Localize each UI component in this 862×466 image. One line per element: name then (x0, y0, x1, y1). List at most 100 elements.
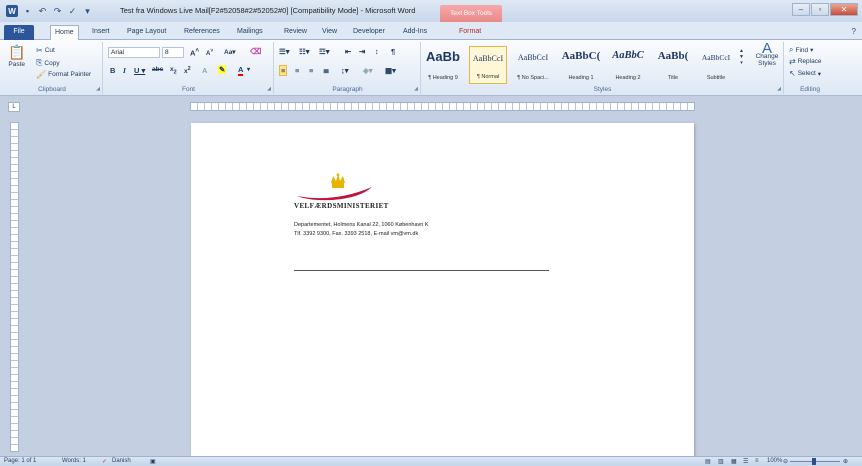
clear-formatting-icon[interactable]: ⌫ (250, 47, 261, 56)
copy-button[interactable]: ⎘ Copy (36, 58, 60, 68)
text-effects-icon[interactable]: A (202, 66, 207, 75)
tab-selector[interactable]: L (8, 102, 20, 112)
macro-recording-icon[interactable]: ▣ (150, 458, 156, 465)
tab-format[interactable]: Format (459, 25, 481, 40)
tab-developer[interactable]: Developer (353, 25, 385, 40)
tab-insert[interactable]: Insert (92, 25, 110, 40)
brush-icon: 🖌 (36, 70, 47, 79)
borders-icon[interactable]: ▦▾ (385, 66, 396, 75)
find-button[interactable]: ⌕ Find ▾ (789, 45, 813, 55)
styles-launcher-icon[interactable]: ◢ (777, 86, 781, 92)
horizontal-ruler[interactable] (190, 102, 695, 111)
justify-icon[interactable]: ≣ (323, 66, 329, 75)
highlight-color-icon[interactable]: ✎ (218, 65, 227, 74)
font-name-dropdown[interactable]: Arial (108, 47, 160, 58)
styles-gallery-scroll[interactable]: ▲ ▼ ▾ (739, 48, 744, 66)
zoom-out-icon[interactable]: ⊖ (783, 458, 788, 465)
superscript-icon[interactable]: x2 (184, 66, 191, 75)
underline-icon[interactable]: U ▾ (134, 66, 145, 75)
undo-icon[interactable]: ↶ (37, 6, 48, 17)
tab-references[interactable]: References (184, 25, 220, 40)
change-styles-button[interactable]: A Change Styles (752, 41, 782, 67)
draft-icon[interactable]: ≡ (755, 458, 759, 464)
tab-add-ins[interactable]: Add-Ins (403, 25, 427, 40)
address-line-2: Tlf. 3392 9300, Fax. 3393 2518, E-mail v… (294, 231, 419, 237)
full-screen-reading-icon[interactable]: ▥ (718, 458, 724, 465)
style-title[interactable]: AaBb( Title (652, 46, 694, 84)
decrease-indent-icon[interactable]: ⇤ (345, 47, 351, 56)
show-hide-formatting-icon[interactable]: ¶ (391, 47, 395, 56)
cut-button[interactable]: ✂ Cut (36, 46, 55, 55)
tab-view[interactable]: View (322, 25, 337, 40)
window-title: Test fra Windows Live Mail[F2#52058#2#52… (120, 6, 416, 15)
align-center-icon[interactable]: ≡ (295, 66, 299, 75)
proofing-icon[interactable]: ✓ (102, 458, 107, 465)
spelling-icon[interactable]: ✓ (67, 6, 78, 17)
vertical-ruler[interactable] (10, 122, 19, 452)
tab-page-layout[interactable]: Page Layout (127, 25, 166, 40)
paragraph-launcher-icon[interactable]: ◢ (414, 86, 418, 92)
maximize-button[interactable]: ▫ (811, 3, 829, 16)
tab-mailings[interactable]: Mailings (237, 25, 263, 40)
paste-button[interactable]: 📋 Paste (8, 44, 25, 68)
increase-indent-icon[interactable]: ⇥ (359, 47, 365, 56)
zoom-level[interactable]: 100% (767, 458, 782, 464)
replace-button[interactable]: ⇄ Replace (789, 57, 822, 66)
italic-icon[interactable]: I (123, 66, 126, 75)
window-controls: – ▫ ✕ (792, 3, 858, 16)
tab-review[interactable]: Review (284, 25, 307, 40)
title-bar: W ▪ ↶ ↷ ✓ ▾ Test fra Windows Live Mail[F… (0, 0, 862, 22)
editing-group-label: Editing (800, 86, 820, 93)
style-no-spacing[interactable]: AaBbCcI ¶ No Spaci... (514, 46, 552, 84)
format-painter-button[interactable]: 🖌 Format Painter (36, 70, 91, 79)
binoculars-icon: ⌕ (789, 45, 794, 54)
minimize-button[interactable]: – (792, 3, 810, 16)
numbering-icon[interactable]: ☷▾ (299, 47, 310, 56)
sort-icon[interactable]: ↕ (375, 47, 379, 56)
strikethrough-icon[interactable]: abc (152, 66, 163, 73)
shrink-font-icon[interactable]: A˅ (206, 48, 213, 57)
language[interactable]: Danish (112, 458, 131, 464)
zoom-in-icon[interactable]: ⊕ (843, 458, 848, 465)
help-icon[interactable]: ? (852, 27, 856, 36)
style-heading-9[interactable]: AaBb ¶ Heading 9 (424, 46, 462, 84)
grow-font-icon[interactable]: A˄ (190, 47, 199, 58)
close-button[interactable]: ✕ (830, 3, 858, 16)
redo-icon[interactable]: ↷ (52, 6, 63, 17)
font-launcher-icon[interactable]: ◢ (267, 86, 271, 92)
tab-file[interactable]: File (4, 25, 34, 40)
save-icon[interactable]: ▪ (22, 6, 33, 17)
ribbon: 📋 Paste ✂ Cut ⎘ Copy 🖌 Format Painter Cl… (0, 40, 862, 96)
print-layout-icon[interactable]: ▤ (705, 458, 711, 465)
font-color-icon[interactable]: A (238, 66, 244, 76)
scissors-icon: ✂ (36, 46, 43, 55)
tab-home[interactable]: Home (50, 25, 79, 40)
multilevel-list-icon[interactable]: ☲▾ (319, 47, 330, 56)
font-size-dropdown[interactable]: 8 (162, 47, 184, 58)
customize-qat-icon[interactable]: ▾ (82, 6, 93, 17)
line-spacing-icon[interactable]: ↨▾ (341, 66, 349, 75)
select-button[interactable]: ↖ Select ▾ (789, 69, 821, 78)
word-count[interactable]: Words: 1 (62, 458, 86, 464)
style-heading-1[interactable]: AaBbC( Heading 1 (559, 46, 603, 84)
style-heading-2[interactable]: AaBbC Heading 2 (606, 46, 650, 84)
align-left-icon[interactable]: ≡ (279, 65, 288, 76)
outline-icon[interactable]: ☰ (743, 458, 748, 465)
bullets-icon[interactable]: ☰▾ (279, 47, 290, 56)
document-page[interactable]: VELFÆRDSMINISTERIET Departementet, Holme… (191, 123, 694, 458)
page-count[interactable]: Page: 1 of 1 (4, 458, 36, 464)
style-subtitle[interactable]: AaBbCcI Subtitle (696, 46, 736, 84)
zoom-slider-thumb[interactable] (812, 458, 816, 465)
font-group-label: Font (181, 86, 195, 93)
style-normal[interactable]: AaBbCcI ¶ Normal (469, 46, 507, 84)
bold-icon[interactable]: B (110, 66, 115, 75)
subscript-icon[interactable]: x2 (170, 66, 177, 75)
clipboard-launcher-icon[interactable]: ◢ (96, 86, 100, 92)
editing-group: ⌕ Find ▾ ⇄ Replace ↖ Select ▾ Editing (785, 42, 835, 94)
change-case-icon[interactable]: Aa▾ (224, 48, 236, 56)
word-app-icon[interactable]: W (6, 5, 18, 17)
shading-icon[interactable]: ◈▾ (363, 66, 373, 75)
font-color-dropdown-icon[interactable]: ▾ (247, 66, 250, 73)
align-right-icon[interactable]: ≡ (309, 66, 313, 75)
web-layout-icon[interactable]: ▦ (731, 458, 737, 465)
